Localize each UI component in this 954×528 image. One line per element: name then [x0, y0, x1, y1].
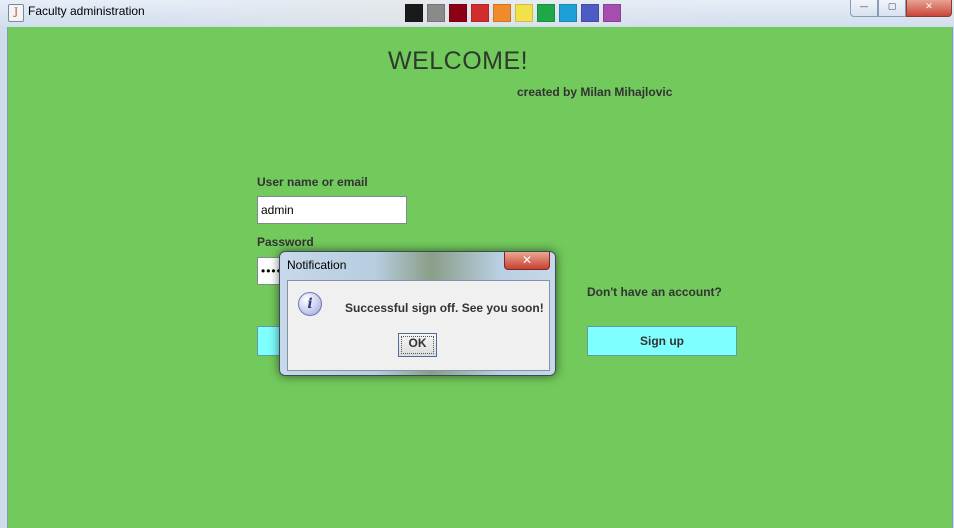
palette-swatch	[405, 4, 423, 22]
palette-swatch	[581, 4, 599, 22]
palette-swatch	[537, 4, 555, 22]
palette-swatch	[603, 4, 621, 22]
palette-swatch	[449, 4, 467, 22]
dialog-title: Notification	[287, 258, 347, 272]
maximize-button[interactable]: ▢	[878, 0, 906, 17]
username-input[interactable]: admin	[257, 196, 407, 224]
minimize-button[interactable]: —	[850, 0, 878, 17]
info-icon: i	[298, 292, 322, 316]
notification-dialog: Notification ✕ i Successful sign off. Se…	[279, 251, 556, 376]
dialog-message: Successful sign off. See you soon!	[345, 301, 544, 315]
palette-swatch	[427, 4, 445, 22]
window-controls: — ▢ ✕	[850, 0, 952, 18]
author-credit: created by Milan Mihajlovic	[517, 85, 673, 99]
no-account-label: Don't have an account?	[587, 285, 722, 299]
palette-swatch	[515, 4, 533, 22]
palette-swatch	[493, 4, 511, 22]
palette-swatch	[471, 4, 489, 22]
palette-swatch	[559, 4, 577, 22]
close-button[interactable]: ✕	[906, 0, 952, 17]
dialog-body: i Successful sign off. See you soon! OK	[287, 280, 550, 371]
ok-button[interactable]: OK	[398, 333, 437, 357]
dialog-close-button[interactable]: ✕	[504, 252, 550, 270]
java-icon: J	[8, 4, 24, 22]
page-title: WELCOME!	[388, 47, 529, 75]
window-title-bar[interactable]: J Faculty administration — ▢ ✕	[0, 0, 954, 26]
window-title: Faculty administration	[28, 4, 145, 18]
username-label: User name or email	[257, 175, 368, 189]
background-color-palette	[405, 2, 621, 24]
password-label: Password	[257, 235, 314, 249]
sign-up-button[interactable]: Sign up	[587, 326, 737, 356]
